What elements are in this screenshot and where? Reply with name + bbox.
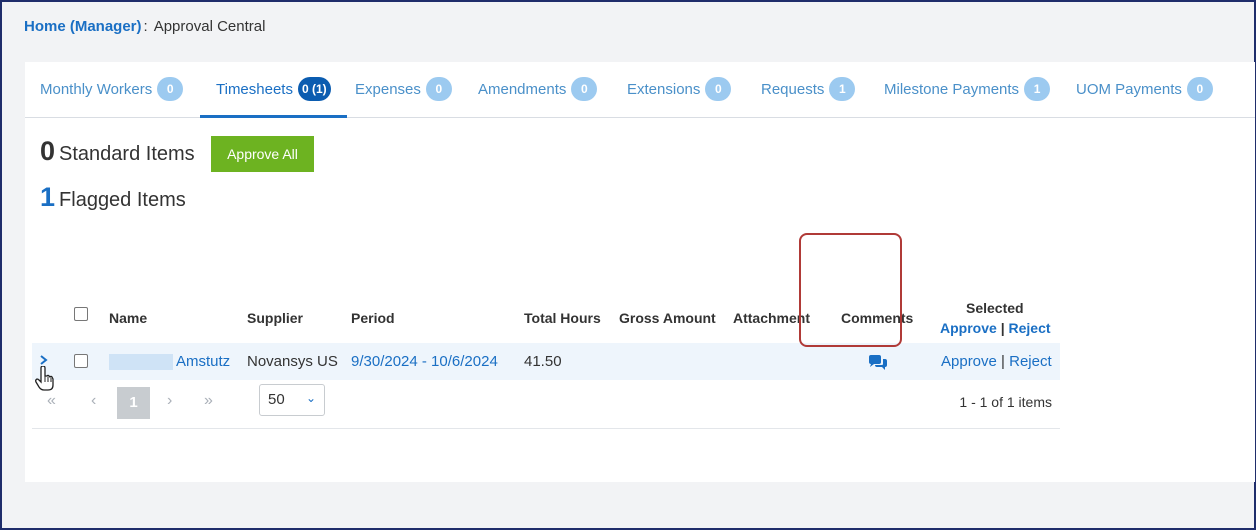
row-approve-link[interactable]: Approve: [941, 353, 997, 370]
column-header-selected: Selected: [966, 300, 1024, 316]
header-approve-link[interactable]: Approve: [940, 320, 997, 336]
redacted-first-name: [109, 354, 173, 371]
select-all-checkbox[interactable]: [74, 307, 88, 321]
page-size-value: 50: [268, 391, 285, 408]
row-supplier: Novansys US: [247, 353, 338, 370]
current-page-button[interactable]: 1: [117, 387, 150, 419]
flagged-items-count: 1: [40, 182, 56, 212]
hand-pointer-icon: [35, 365, 55, 392]
breadcrumb-home-link[interactable]: Home (Manager): [24, 18, 142, 35]
tab-count-badge: 0: [1186, 77, 1213, 101]
row-actions: Approve | Reject: [941, 353, 1052, 370]
header-bulk-actions: Approve | Reject: [940, 320, 1051, 336]
approve-all-button[interactable]: Approve All: [211, 136, 314, 172]
row-total-hours: 41.50: [524, 353, 562, 370]
row-reject-link[interactable]: Reject: [1009, 353, 1052, 370]
tab-monthly-workers[interactable]: Monthly Workers 0: [40, 77, 184, 117]
tab-uom-payments[interactable]: UOM Payments 0: [1076, 77, 1213, 117]
flagged-items-label: Flagged Items: [59, 189, 186, 211]
tab-requests[interactable]: Requests 1: [761, 77, 856, 117]
comments-highlight-box: [799, 233, 902, 347]
tab-amendments[interactable]: Amendments 0: [478, 77, 598, 117]
row-period-link[interactable]: 9/30/2024 - 10/6/2024: [351, 353, 498, 370]
standard-items-summary: 0 Standard Items: [40, 136, 195, 167]
column-header-supplier[interactable]: Supplier: [247, 310, 303, 326]
breadcrumb: Home (Manager): Approval Central: [24, 18, 265, 35]
chevron-down-icon: ⌄: [305, 391, 316, 405]
row-name-cell: Amstutz: [109, 353, 230, 371]
column-header-gross-amount[interactable]: Gross Amount: [619, 310, 716, 326]
header-action-divider: |: [1000, 320, 1005, 336]
tab-bar: Monthly Workers 0 Timesheets 0 (1) Expense…: [25, 62, 1255, 118]
comments-icon[interactable]: [868, 355, 888, 371]
tab-timesheets[interactable]: Timesheets 0 (1): [200, 77, 347, 118]
flagged-items-summary: 1 Flagged Items: [40, 182, 186, 213]
table-row: Amstutz Novansys US 9/30/2024 - 10/6/202…: [32, 343, 1060, 380]
page-size-select[interactable]: 50 ⌄: [259, 384, 325, 416]
timesheet-grid: Name Supplier Period Total Hours Gross A…: [32, 292, 1060, 429]
tab-count-badge: 1: [1024, 77, 1051, 101]
tab-expenses[interactable]: Expenses 0: [355, 77, 452, 117]
breadcrumb-current: Approval Central: [153, 18, 266, 35]
column-header-total-hours[interactable]: Total Hours: [524, 310, 601, 326]
tab-milestone-payments[interactable]: Milestone Payments 1: [884, 77, 1051, 117]
pagination-bar: « ‹ 1 › » 50 ⌄ 1 - 1 of 1 items: [32, 380, 1060, 429]
tab-count-badge: 0 (1): [297, 77, 331, 101]
standard-items-label: Standard Items: [59, 143, 195, 165]
first-page-button[interactable]: «: [47, 392, 56, 410]
pagination-info: 1 - 1 of 1 items: [959, 394, 1052, 410]
tab-count-badge: 0: [157, 77, 184, 101]
header-reject-link[interactable]: Reject: [1009, 320, 1051, 336]
tab-extensions[interactable]: Extensions 0: [627, 77, 732, 117]
next-page-button[interactable]: ›: [167, 392, 172, 410]
previous-page-button[interactable]: ‹: [91, 392, 96, 410]
column-header-name[interactable]: Name: [109, 310, 147, 326]
breadcrumb-separator: :: [143, 18, 148, 35]
row-select-checkbox[interactable]: [74, 354, 88, 368]
approval-card: Monthly Workers 0 Timesheets 0 (1) Expense…: [25, 62, 1255, 482]
standard-items-count: 0: [40, 136, 56, 166]
last-page-button[interactable]: »: [204, 392, 213, 410]
worker-name-link[interactable]: Amstutz: [176, 353, 230, 370]
tab-count-badge: 1: [829, 77, 856, 101]
tab-count-badge: 0: [571, 77, 598, 101]
column-header-period[interactable]: Period: [351, 310, 395, 326]
tab-count-badge: 0: [425, 77, 452, 101]
row-action-divider: |: [1001, 353, 1005, 370]
tab-count-badge: 0: [705, 77, 732, 101]
